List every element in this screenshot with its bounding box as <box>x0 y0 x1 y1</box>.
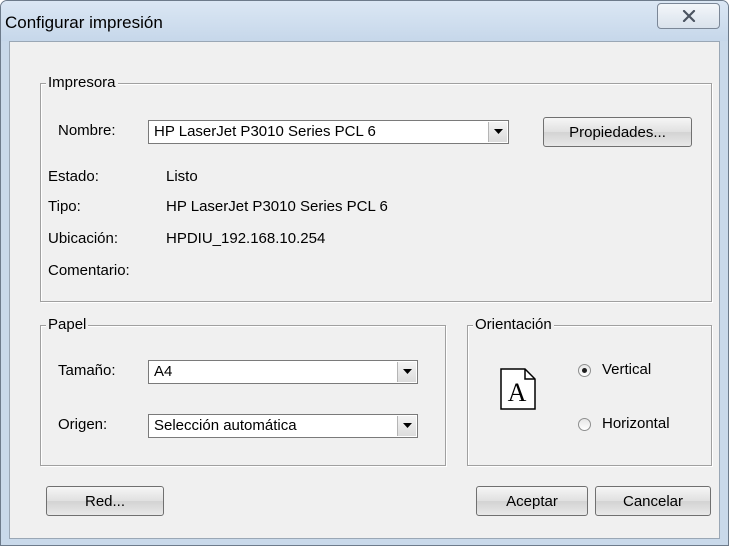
chevron-down-icon[interactable] <box>488 122 507 142</box>
cancel-button[interactable]: Cancelar <box>595 486 711 516</box>
orientation-vertical-radio[interactable] <box>578 364 591 377</box>
status-label: Estado: <box>48 168 99 185</box>
paper-source-value: Selección automática <box>154 417 297 434</box>
radio-selected-dot <box>582 368 587 373</box>
close-x-icon <box>682 10 695 22</box>
cancel-button-label: Cancelar <box>622 492 684 510</box>
printer-name-select[interactable]: HP LaserJet P3010 Series PCL 6 <box>148 120 509 144</box>
paper-source-label: Origen: <box>58 416 108 433</box>
page-portrait-letter: A <box>508 378 527 407</box>
paper-group-legend: Papel <box>46 316 89 334</box>
orientation-vertical-label[interactable]: Vertical <box>602 361 651 379</box>
properties-button-label: Propiedades... <box>569 123 666 141</box>
orientation-horizontal-label[interactable]: Horizontal <box>602 415 670 433</box>
chevron-down-icon[interactable] <box>397 416 416 436</box>
properties-button[interactable]: Propiedades... <box>543 117 692 147</box>
orientation-group: Orientación A Vertical Horizontal <box>467 316 712 466</box>
paper-source-select[interactable]: Selección automática <box>148 414 418 438</box>
status-value: Listo <box>166 168 198 185</box>
printer-group-legend: Impresora <box>46 74 118 92</box>
network-button-label: Red... <box>84 492 126 510</box>
comment-label: Comentario: <box>48 262 130 279</box>
window-title: Configurar impresión <box>5 13 163 32</box>
paper-size-select[interactable]: A4 <box>148 360 418 384</box>
chevron-down-icon[interactable] <box>397 362 416 382</box>
type-value: HP LaserJet P3010 Series PCL 6 <box>166 198 388 215</box>
orientation-horizontal-radio[interactable] <box>578 418 591 431</box>
ok-button[interactable]: Aceptar <box>476 486 588 516</box>
network-button[interactable]: Red... <box>46 486 164 516</box>
dialog-body: Impresora Nombre: HP LaserJet P3010 Seri… <box>9 41 720 539</box>
location-value: HPDIU_192.168.10.254 <box>166 230 326 247</box>
printer-group: Impresora Nombre: HP LaserJet P3010 Seri… <box>40 74 712 302</box>
location-label: Ubicación: <box>48 230 119 247</box>
paper-group: Papel Tamaño: A4 Origen: Selección autom… <box>40 316 446 466</box>
ok-button-label: Aceptar <box>506 492 558 510</box>
paper-size-label: Tamaño: <box>58 362 116 379</box>
orientation-group-legend: Orientación <box>473 316 554 334</box>
printer-name-value: HP LaserJet P3010 Series PCL 6 <box>154 123 376 140</box>
page-portrait-icon: A <box>500 368 536 410</box>
print-setup-dialog: Configurar impresión Impresora Nombre: H… <box>0 0 729 546</box>
paper-size-value: A4 <box>154 363 173 380</box>
title-bar: Configurar impresión <box>1 1 728 41</box>
close-button[interactable] <box>657 3 720 29</box>
type-label: Tipo: <box>48 198 81 215</box>
printer-name-label: Nombre: <box>58 122 116 139</box>
